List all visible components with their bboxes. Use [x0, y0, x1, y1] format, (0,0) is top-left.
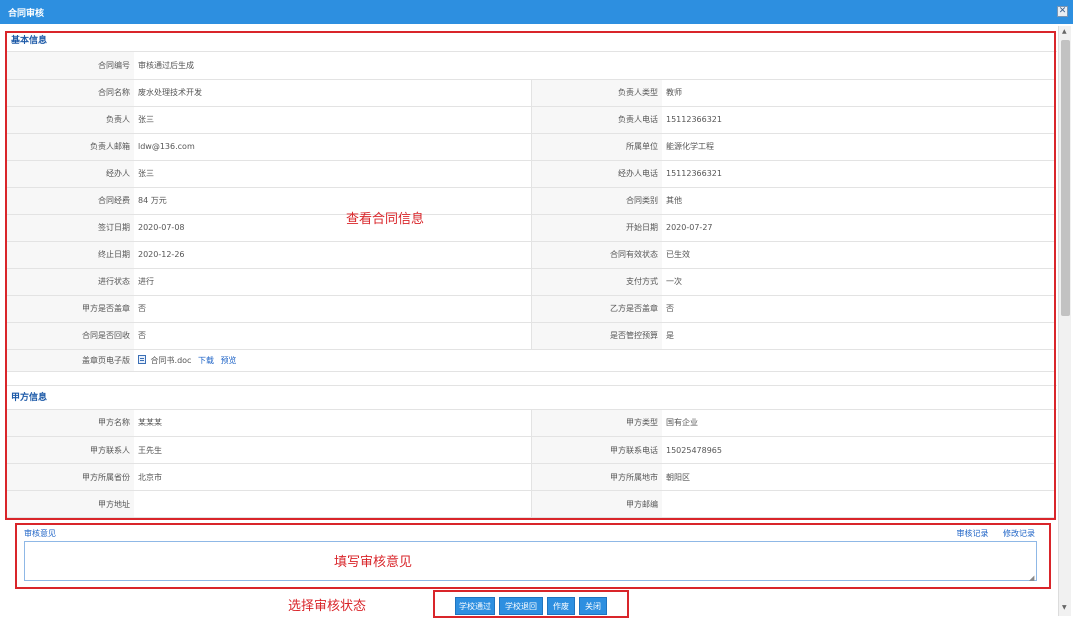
reject-button[interactable]: 学校退回 [499, 597, 543, 615]
vertical-scrollbar[interactable]: ▲ ▼ [1058, 26, 1071, 616]
annotation-view-contract: 查看合同信息 [346, 212, 425, 227]
close-icon[interactable]: ✕ [1057, 6, 1068, 17]
annotation-fill-opinion: 填写审核意见 [334, 555, 413, 570]
dialog-titlebar: 合同审核 ✕ [0, 0, 1073, 24]
scrollbar-thumb[interactable] [1061, 40, 1070, 316]
scroll-up-icon[interactable]: ▲ [1062, 28, 1067, 35]
annotation-choose-status: 选择审核状态 [288, 599, 367, 614]
close-button[interactable]: 关闭 [579, 597, 607, 615]
scroll-down-icon[interactable]: ▼ [1062, 604, 1067, 611]
annotation-box-opinion [15, 523, 1051, 589]
dialog-title: 合同审核 [8, 9, 45, 19]
void-button[interactable]: 作废 [547, 597, 575, 615]
approve-button[interactable]: 学校通过 [455, 597, 495, 615]
annotation-box-contract-info [5, 31, 1056, 520]
